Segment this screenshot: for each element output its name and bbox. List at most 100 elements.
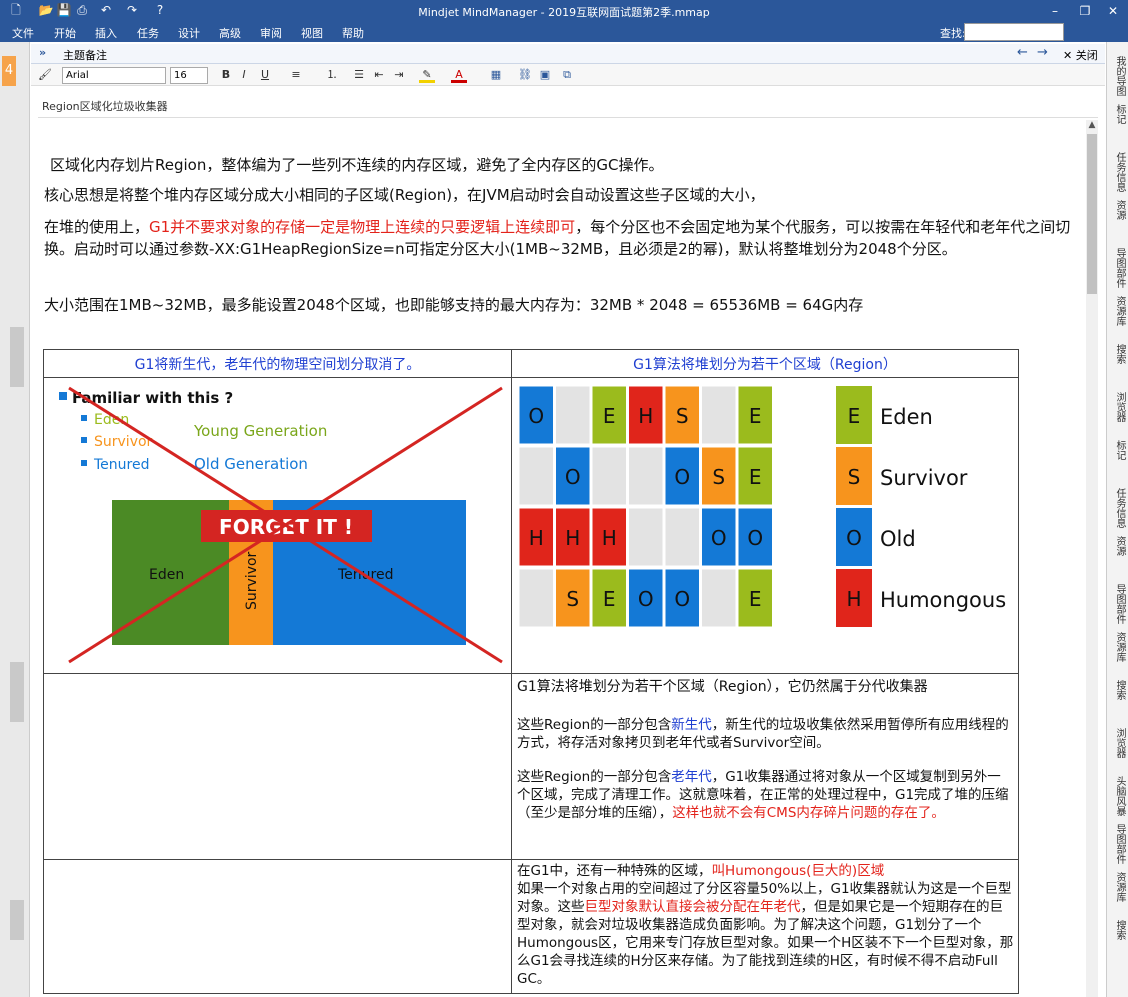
region-cell (701, 385, 737, 445)
region-cell (701, 568, 737, 628)
sidebar-tab-0[interactable]: 我的导图 (1109, 56, 1127, 96)
left-scroll-thumb-2[interactable] (10, 662, 24, 722)
vertical-scrollbar[interactable]: ▲ (1086, 120, 1098, 997)
topic-title: Region区域化垃圾收集器 (38, 94, 1098, 118)
bold-button[interactable]: B (219, 67, 233, 83)
find-input[interactable] (964, 23, 1064, 41)
sidebar-tab-12[interactable]: 资源库 (1109, 632, 1127, 662)
legend-letter: H (846, 587, 861, 611)
sidebar-tab-5[interactable]: 资源库 (1109, 296, 1127, 326)
menu-task[interactable]: 任务 (137, 25, 159, 41)
sidebar-tab-17[interactable]: 资源库 (1109, 872, 1127, 902)
menu-advanced[interactable]: 高级 (219, 25, 241, 41)
close-window-icon[interactable]: ✕ (1098, 0, 1128, 22)
minimize-icon[interactable]: – (1040, 0, 1070, 22)
sidebar-tab-13[interactable]: 搜索 (1109, 680, 1127, 700)
sidebar-tab-15[interactable]: 头脑风暴 (1109, 776, 1127, 816)
svg-text:Young Generation: Young Generation (193, 422, 327, 440)
menu-view[interactable]: 视图 (301, 25, 323, 41)
align-icon[interactable]: ≡ (287, 67, 305, 83)
region-cell (664, 507, 700, 567)
region-letter: H (638, 404, 653, 428)
generations-image-cell: Familiar with this ? Eden Survivor Tenur… (43, 377, 512, 674)
region-letter: H (529, 526, 544, 550)
regions-image-cell: OEHSEOOSEHHHOOSEOOE E Eden S Survivor O Old H H… (511, 377, 1019, 674)
insert-object-icon[interactable]: ⧉ (559, 67, 575, 83)
font-size-select[interactable]: 16 (170, 67, 208, 84)
paragraph-2: 核心思想是将整个堆内存区域分成大小相同的子区域(Region)，在JVM启动时会… (44, 186, 765, 204)
sidebar-tab-2[interactable]: 任务信息 (1109, 152, 1127, 192)
scroll-thumb[interactable] (1087, 134, 1097, 294)
g1-line-1: G1算法将堆划分为若干个区域（Region），它仍然属于分代收集器 (517, 679, 928, 695)
link-icon[interactable]: ⛓ (517, 67, 533, 83)
region-letter: S (676, 404, 689, 428)
sidebar-tab-3[interactable]: 资源 (1109, 200, 1127, 220)
formatting-toolbar: 🖌 Arial 16 B I U ≡ ⒈ ☰ ⇤ ⇥ ✎ A ▦ ⛓ ▣ ⧉ (31, 64, 1105, 86)
region-cell (518, 446, 554, 506)
window-title: Mindjet MindManager - 2019互联网面试题第2季.mmap (418, 6, 710, 19)
find-label: 查找: (940, 27, 966, 40)
left-scroll-thumb[interactable] (10, 327, 24, 387)
left-strip-number: 4 (2, 56, 16, 86)
sidebar-tab-7[interactable]: 浏览器 (1109, 392, 1127, 422)
bullet-list-icon[interactable]: ☰ (351, 67, 367, 83)
decrease-indent-icon[interactable]: ⇤ (371, 67, 387, 83)
table-empty-cell-2 (43, 859, 512, 994)
sidebar-tab-8[interactable]: 标记 (1109, 440, 1127, 460)
menu-bar: 文件 开始 插入 任务 设计 高级 审阅 视图 帮助 查找: (0, 22, 1128, 42)
image-icon[interactable]: ▣ (537, 67, 553, 83)
forward-arrow-icon[interactable]: → (1037, 45, 1048, 60)
legend-letter: S (848, 465, 861, 489)
sidebar-tab-4[interactable]: 导图部件 (1109, 248, 1127, 288)
region-letter: O (638, 587, 654, 611)
close-panel-button[interactable]: ✕ 关闭 (1063, 47, 1098, 63)
notes-content[interactable]: 区域化内存划片Region，整体编为了一些列不连续的内存区域，避免了全内存区的G… (38, 118, 1098, 997)
menu-home[interactable]: 开始 (54, 25, 76, 41)
italic-button[interactable]: I (237, 67, 251, 83)
sidebar-tab-18[interactable]: 搜索 (1109, 920, 1127, 940)
region-cell (555, 385, 591, 445)
menu-review[interactable]: 审阅 (260, 25, 282, 41)
left-scroll-thumb-3[interactable] (10, 900, 24, 940)
restore-icon[interactable]: ❐ (1070, 0, 1100, 22)
sidebar-tab-6[interactable]: 搜索 (1109, 344, 1127, 364)
legend-label: Old (880, 527, 916, 551)
table-icon[interactable]: ▦ (488, 67, 504, 83)
menu-insert[interactable]: 插入 (95, 25, 117, 41)
font-family-select[interactable]: Arial (62, 67, 166, 84)
sidebar-tab-14[interactable]: 浏览器 (1109, 728, 1127, 758)
forget-generations-image: Familiar with this ? Eden Survivor Tenur… (59, 386, 503, 664)
paragraph-4: 大小范围在1MB~32MB，最多能设置2048个区域，也即能够支持的最大内存为：… (44, 296, 864, 314)
collapse-panel-icon[interactable]: » (39, 46, 46, 59)
highlight-icon[interactable]: ✎ (419, 67, 435, 83)
sidebar-tab-16[interactable]: 导图部件 (1109, 824, 1127, 864)
numbered-list-icon[interactable]: ⒈ (323, 67, 341, 83)
region-letter: E (749, 465, 762, 489)
region-letter: O (674, 465, 690, 489)
scroll-up-icon[interactable]: ▲ (1086, 120, 1098, 134)
region-cell (518, 568, 554, 628)
sidebar-tab-1[interactable]: 标记 (1109, 104, 1127, 124)
menu-help[interactable]: 帮助 (342, 25, 364, 41)
table-header-left: G1将新生代，老年代的物理空间划分取消了。 (43, 349, 512, 378)
region-cell (628, 507, 664, 567)
increase-indent-icon[interactable]: ⇥ (391, 67, 407, 83)
back-arrow-icon[interactable]: ← (1017, 45, 1028, 60)
region-letter: S (712, 465, 725, 489)
format-painter-icon[interactable]: 🖌 (37, 67, 53, 83)
left-panel-strip: 4 (0, 42, 30, 997)
sidebar-tab-9[interactable]: 任务信息 (1109, 488, 1127, 528)
region-letter: E (749, 587, 762, 611)
font-color-icon[interactable]: A (451, 67, 467, 83)
sidebar-tab-10[interactable]: 资源 (1109, 536, 1127, 556)
menu-design[interactable]: 设计 (178, 25, 200, 41)
g1-old-paragraph: 这些Region的一部分包含老年代，G1收集器通过将对象从一个区域复制到另外一个… (517, 769, 1009, 821)
menu-file[interactable]: 文件 (12, 25, 34, 41)
table-empty-cell-1 (43, 673, 512, 860)
humongous-paragraph: 如果一个对象占用的空间超过了分区容量50%以上，G1收集器就认为这是一个巨型对象… (517, 881, 1014, 987)
table-header-right: G1算法将堆划分为若干个区域（Region） (511, 349, 1019, 378)
svg-text:Tenured: Tenured (93, 457, 149, 473)
right-sidebar: 我的导图 标记 任务信息 资源 导图部件 资源库 搜索 浏览器 标记 任务信息 资源 导图部件 资源库搜… (1106, 42, 1128, 997)
underline-button[interactable]: U (258, 67, 272, 83)
sidebar-tab-11[interactable]: 导图部件 (1109, 584, 1127, 624)
